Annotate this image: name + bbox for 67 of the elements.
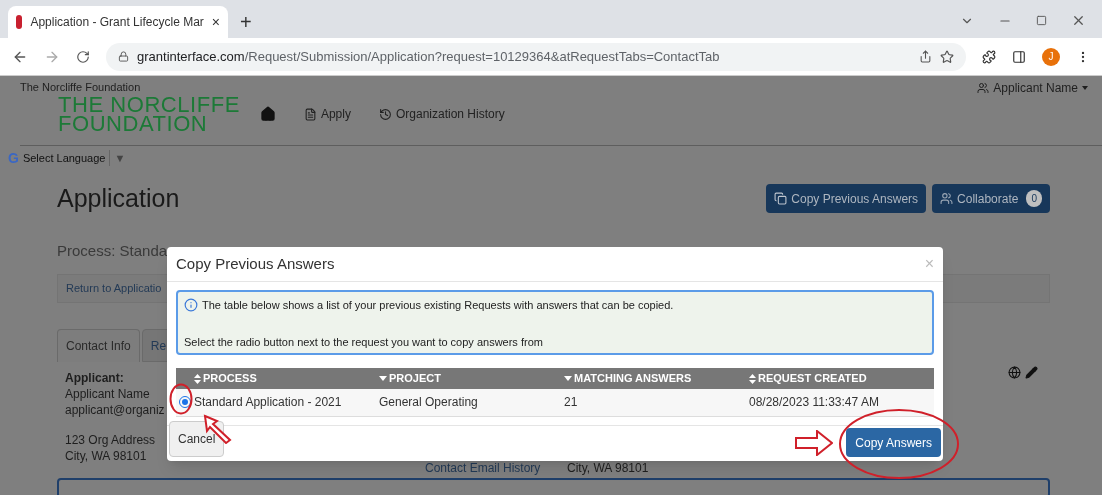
share-icon[interactable] [919,50,932,63]
close-tab-button[interactable]: × [211,15,220,29]
applicant-info: applicant@organiz [65,402,165,418]
table-cell: 21 [564,389,749,416]
column-header[interactable]: REQUEST CREATED [749,370,867,387]
sort-down-icon[interactable] [379,376,387,381]
pencil-icon[interactable] [1025,366,1038,379]
address-line: City, WA 98101 [65,448,147,464]
table-cell: 08/28/2023 11:33:47 AM [749,389,934,416]
action-button[interactable]: Copy Previous Answers [766,184,927,214]
cancel-button[interactable]: Cancel [169,421,225,457]
sort-down-icon[interactable] [564,376,572,381]
favicon-icon [16,15,23,29]
modal-title: Copy Previous Answers [176,253,335,274]
caret-icon [1082,86,1088,90]
count-badge: 0 [1026,190,1042,208]
new-tab-button[interactable]: + [240,12,252,32]
process-label: Process: Standa [57,240,168,261]
side-panel-icon[interactable] [1012,49,1026,64]
bookmark-star-icon[interactable] [940,49,954,64]
applicant-heading: Applicant: [65,370,124,386]
restore-icon[interactable] [1036,15,1047,26]
address-field[interactable]: grantinterface.com/Request/Submission/Application?request=10129364&atRequestTabs=ContactTab [106,42,966,71]
instruction-text: Select the radio button next to the request you want to copy answers from [184,334,544,350]
page-title: Application [57,183,180,214]
globe-icon[interactable] [1008,366,1021,379]
highlight-circle [169,383,193,415]
info-text: The table below shows a list of your previous existing Requests with answers that can be copied. [202,298,674,313]
copy-icon [774,192,788,206]
history-icon [378,107,392,121]
tab-title: Application - Grant Lifecycle Mar [30,14,204,31]
google-g-icon: G [8,151,19,165]
org-name: The Norcliffe Foundation [20,80,141,95]
page-tab[interactable]: Contact Info [57,329,140,362]
browser-tab[interactable]: Application - Grant Lifecycle Mar × [8,6,228,38]
language-label: Select Language [22,150,106,166]
table-cell: Standard Application - 2021 [194,389,379,416]
address-line: 123 Org Address [65,432,156,448]
lock-icon [118,51,129,62]
city-text: City, WA 98101 [567,460,649,476]
user-menu[interactable]: Applicant Name [977,79,1088,97]
reload-icon[interactable] [76,49,90,64]
pointer-arrow [795,430,833,456]
return-link[interactable]: Return to Applicatio [66,280,162,297]
action-button[interactable]: Collaborate 0 [932,184,1050,214]
applicant-info: Applicant Name [65,386,150,402]
language-caret: ▼ [109,149,126,167]
nav-link[interactable]: Apply [303,105,351,123]
sort-icon[interactable] [194,373,201,384]
close-icon[interactable] [1071,13,1086,28]
language-selector[interactable]: G Select Language ▼ [8,149,126,167]
url-text: grantinterface.com/Request/Submission/Application?request=10129364&atRequestTabs=ContactTab [137,47,720,66]
home-icon[interactable] [259,106,276,122]
copy-answers-button[interactable]: Copy Answers [846,428,941,457]
sort-icon[interactable] [749,373,756,384]
table-cell: General Operating [379,389,564,416]
column-header[interactable]: PROCESS [194,370,379,387]
column-header[interactable]: MATCHING ANSWERS [564,370,749,387]
column-header[interactable]: PROJECT [379,370,564,387]
info-icon [184,298,198,313]
extensions-icon[interactable] [982,49,996,64]
users-icon [977,82,990,94]
nav-link[interactable]: Organization History [378,105,505,123]
profile-avatar[interactable]: J [1042,47,1060,66]
contact-email-history-link[interactable]: Contact Email History [425,460,541,476]
people-icon [940,192,954,206]
document-icon [303,107,317,121]
